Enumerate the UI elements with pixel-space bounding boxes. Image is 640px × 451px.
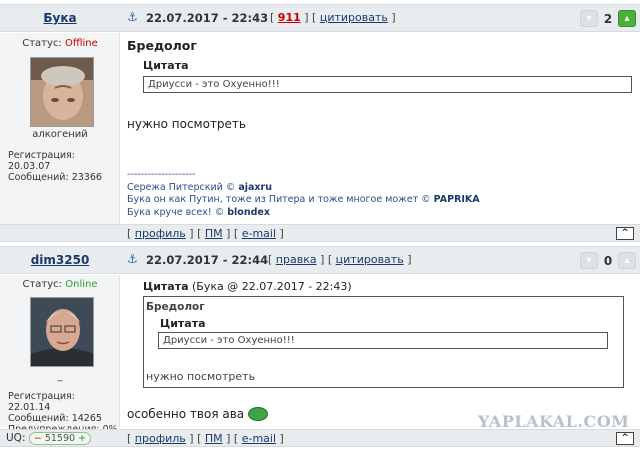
inner-quote-box: Дриусси - это Охуенно!!! (158, 332, 608, 349)
scroll-top-icon[interactable]: ^ (616, 227, 634, 240)
quote-label: Цитата (143, 59, 189, 72)
uq-label: UQ: (6, 432, 26, 444)
sig-line: Сережа Питерский © ajaxru (127, 182, 632, 195)
post1-stats: Регистрация: 20.03.07 Сообщений: 23366 (8, 150, 119, 183)
post1-signature: -------------------- Сережа Питерский © … (127, 169, 632, 219)
status-label: Статус: (22, 279, 63, 290)
post2-datetime: 22.07.2017 - 22:44 (146, 253, 269, 267)
uq-value: 51590 (44, 433, 76, 444)
pm-link[interactable]: ПМ (205, 227, 223, 240)
anchor-icon[interactable]: ⚓ (127, 252, 138, 266)
post1-content: Бредолог Цитата Дриусси - это Охуенно!!!… (127, 38, 632, 219)
reg-date: Регистрация: 20.03.07 (8, 150, 75, 172)
sig-author: ajaxru (238, 181, 272, 193)
scroll-top-icon[interactable]: ^ (616, 432, 634, 445)
post2-header: dim3250 ⚓ 22.07.2017 - 22:44 [ правка ] … (0, 246, 640, 274)
post1-title: Бредолог (127, 38, 197, 53)
post2-footer: UQ: − 51590 + [ профиль ] [ ПМ ] [ e-mai… (0, 429, 640, 447)
uq-plus-icon[interactable]: + (78, 433, 86, 444)
post1-rating-count: 2 (603, 11, 613, 26)
inner-title: Бредолог (146, 301, 205, 313)
sig-author: blondex (227, 206, 270, 218)
sig-line: Бука он как Путин, тоже из Питера и тоже… (127, 194, 632, 207)
inner-body: нужно посмотреть (146, 370, 256, 383)
post1-header-links: [ 911 ] [ цитировать ] (270, 11, 396, 24)
sig-text: Сережа Питерский © (127, 181, 239, 193)
post1-sidebar: Статус: Offline алкогений Регистрация: 2… (0, 33, 120, 224)
post2-quote-box: Бредолог Цитата Дриусси - это Охуенно!!!… (143, 296, 624, 388)
post2-edit-link[interactable]: правка (276, 253, 317, 266)
post2-rating-count: 0 (603, 253, 613, 268)
body-text: особенно твоя ава (127, 407, 245, 421)
post2-avatar-caption: _ (57, 371, 63, 382)
post2-rating: ▾ 0 ▴ (580, 251, 636, 270)
status-value: Online (65, 279, 98, 290)
post1-avatar-caption: алкогений (32, 129, 88, 140)
thumb-down-icon[interactable]: ▾ (580, 252, 598, 269)
message-count: Сообщений: 14265 (8, 413, 102, 424)
uq-value-badge: − 51590 + (28, 432, 92, 445)
post2-header-links: [ правка ] [ цитировать ] (268, 253, 412, 266)
sig-text: Бука он как Путин, тоже из Питера и тоже… (127, 194, 434, 205)
reg-date: Регистрация: 22.01.14 (8, 391, 75, 413)
post2-body: особенно твоя ава (127, 406, 268, 422)
quote-attribution: (Бука @ 22.07.2017 - 22:43) (192, 280, 352, 293)
post2-status: Статус: Online (0, 279, 120, 290)
sig-author: PAPRIKA (433, 194, 480, 205)
post2-footer-links: [ профиль ] [ ПМ ] [ e-mail ] (127, 432, 284, 445)
post1-datetime: 22.07.2017 - 22:43 (146, 11, 269, 25)
avatar-image (31, 298, 93, 366)
post1-avatar[interactable] (30, 57, 94, 127)
post1-footer: [ профиль ] [ ПМ ] [ e-mail ] ^ (0, 224, 640, 242)
post2-sidebar: Статус: Online _ Регистрация: 22.01.14 С… (0, 275, 120, 435)
avatar-image (31, 58, 93, 126)
profile-link[interactable]: профиль (135, 227, 186, 240)
inner-quote-label: Цитата (160, 317, 206, 330)
post1-number-link[interactable]: 911 (278, 11, 301, 24)
thumb-down-icon[interactable]: ▾ (580, 10, 598, 27)
email-link[interactable]: e-mail (242, 432, 276, 445)
post1-body: нужно посмотреть (127, 117, 246, 131)
status-value: Offline (64, 38, 98, 49)
post1-rating: ▾ 2 ▴ (580, 9, 636, 28)
post1-username[interactable]: Бука (0, 11, 120, 25)
thumb-up-icon[interactable]: ▴ (618, 10, 636, 27)
post2-content: Цитата (Бука @ 22.07.2017 - 22:43) (127, 280, 632, 293)
pm-link[interactable]: ПМ (205, 432, 223, 445)
status-label: Статус: (22, 38, 62, 49)
post2-username[interactable]: dim3250 (0, 253, 120, 267)
message-count: Сообщений: 23366 (8, 172, 102, 183)
sig-text: Бука круче всех! © (127, 206, 228, 218)
smiley-icon (247, 406, 268, 421)
post1-quote-link[interactable]: цитировать (320, 11, 388, 24)
post1-status: Статус: Offline (0, 38, 120, 49)
uq-minus-icon[interactable]: − (34, 433, 42, 444)
anchor-icon[interactable]: ⚓ (127, 10, 138, 24)
profile-link[interactable]: профиль (135, 432, 186, 445)
uq-rating: UQ: − 51590 + (6, 432, 92, 445)
sig-separator: -------------------- (127, 169, 196, 180)
post2-quote-header: Цитата (Бука @ 22.07.2017 - 22:43) (143, 280, 632, 293)
sig-line: Бука круче всех! © blondex (127, 207, 632, 220)
quote-box: Дриусси - это Охуенно!!! (143, 76, 632, 93)
quote-label: Цитата (143, 280, 189, 293)
post1-header: Бука ⚓ 22.07.2017 - 22:43 [ 911 ] [ цити… (0, 4, 640, 32)
site-watermark: YAPLAKAL.COM (478, 412, 630, 431)
thumb-up-icon[interactable]: ▴ (618, 252, 636, 269)
post2-quote-link[interactable]: цитировать (336, 253, 404, 266)
email-link[interactable]: e-mail (242, 227, 276, 240)
post2-avatar[interactable] (30, 297, 94, 367)
post1-quote: Цитата Дриусси - это Охуенно!!! (143, 59, 632, 93)
post1-footer-links: [ профиль ] [ ПМ ] [ e-mail ] (127, 227, 284, 240)
